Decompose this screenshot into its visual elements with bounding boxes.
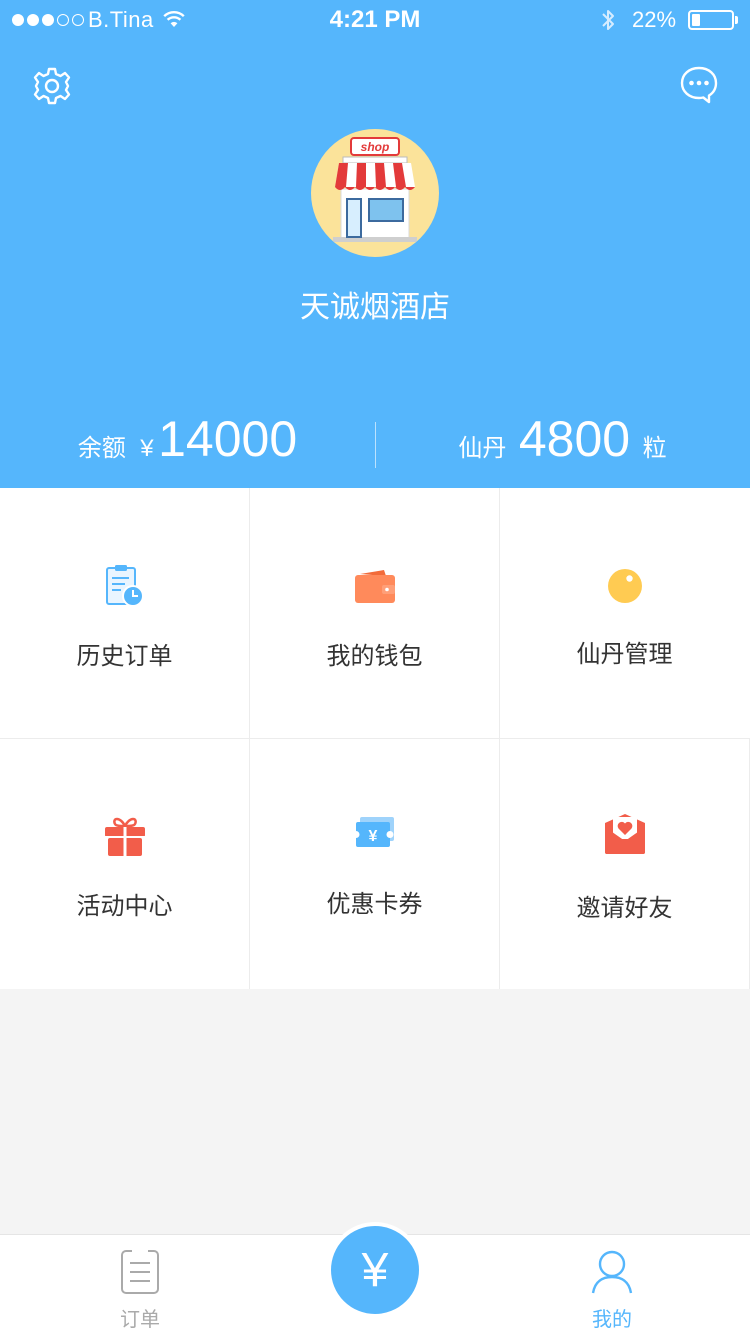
profile-header: B.Tina 4:21 PM 22% shop 天诚烟酒店 余额 ¥ 14000… <box>0 0 750 488</box>
balance-label: 余额 <box>77 435 126 462</box>
message-button[interactable] <box>679 65 719 105</box>
grid-item-label: 我的钱包 <box>326 643 423 670</box>
coupon-icon: ¥ <box>351 808 399 856</box>
battery-percent: 22% <box>632 7 677 32</box>
settings-button[interactable] <box>32 66 72 106</box>
status-bar: B.Tina 4:21 PM 22% <box>0 0 750 40</box>
bluetooth-icon <box>600 7 616 38</box>
grid-item-activity-center[interactable]: 活动中心 <box>0 738 249 988</box>
user-icon <box>591 1249 633 1300</box>
points-stat[interactable]: 仙丹 4800 粒 <box>375 410 750 468</box>
shop-avatar[interactable]: shop <box>311 129 439 257</box>
feature-grid: 历史订单 我的钱包 仙丹管理 活动中心 ¥ 优惠卡券 邀请好友 <box>0 488 750 989</box>
pill-icon <box>601 562 649 610</box>
gift-icon <box>101 812 149 860</box>
balance-value: 14000 <box>158 411 298 467</box>
grid-divider <box>0 738 750 739</box>
svg-text:¥: ¥ <box>368 828 377 845</box>
wallet-icon <box>351 562 399 610</box>
shop-name: 天诚烟酒店 <box>300 291 450 324</box>
balance-stat[interactable]: 余额 ¥ 14000 <box>0 410 375 468</box>
document-icon <box>120 1249 160 1300</box>
grid-item-coupons[interactable]: ¥ 优惠卡券 <box>250 738 499 988</box>
tab-orders[interactable]: 订单 <box>60 1235 220 1334</box>
points-label: 仙丹 <box>458 435 507 462</box>
tab-mine[interactable]: 我的 <box>532 1235 692 1334</box>
my-profile-screen: B.Tina 4:21 PM 22% shop 天诚烟酒店 余额 ¥ 14000… <box>0 0 750 1334</box>
grid-item-label: 活动中心 <box>76 893 173 920</box>
grid-item-label: 仙丹管理 <box>576 641 673 668</box>
shop-storefront-icon: shop <box>333 137 417 242</box>
points-unit: 粒 <box>642 435 667 462</box>
svg-text:shop: shop <box>361 140 390 154</box>
points-value: 4800 <box>518 411 631 467</box>
grid-item-label: 邀请好友 <box>576 895 673 922</box>
grid-item-label: 历史订单 <box>76 643 173 670</box>
invite-heart-icon <box>601 810 649 858</box>
chat-bubble-icon <box>680 66 718 104</box>
battery-fill <box>692 14 700 26</box>
grid-item-label: 优惠卡券 <box>326 891 423 918</box>
grid-item-invite-friends[interactable]: 邀请好友 <box>500 738 749 988</box>
grid-item-pill-management[interactable]: 仙丹管理 <box>500 488 749 738</box>
currency-symbol: ¥ <box>140 435 154 462</box>
grid-item-wallet[interactable]: 我的钱包 <box>250 488 499 738</box>
gear-icon <box>33 67 71 105</box>
grid-item-order-history[interactable]: 历史订单 <box>0 488 249 738</box>
order-history-icon <box>101 562 149 610</box>
yuan-pay-icon: ¥ <box>361 1243 389 1297</box>
account-stats: 余额 ¥ 14000 仙丹 4800 粒 <box>0 400 750 480</box>
tab-orders-label: 订单 <box>120 1309 160 1331</box>
battery-icon <box>688 10 734 30</box>
pay-button[interactable]: ¥ <box>327 1222 423 1318</box>
tab-mine-label: 我的 <box>592 1309 632 1331</box>
